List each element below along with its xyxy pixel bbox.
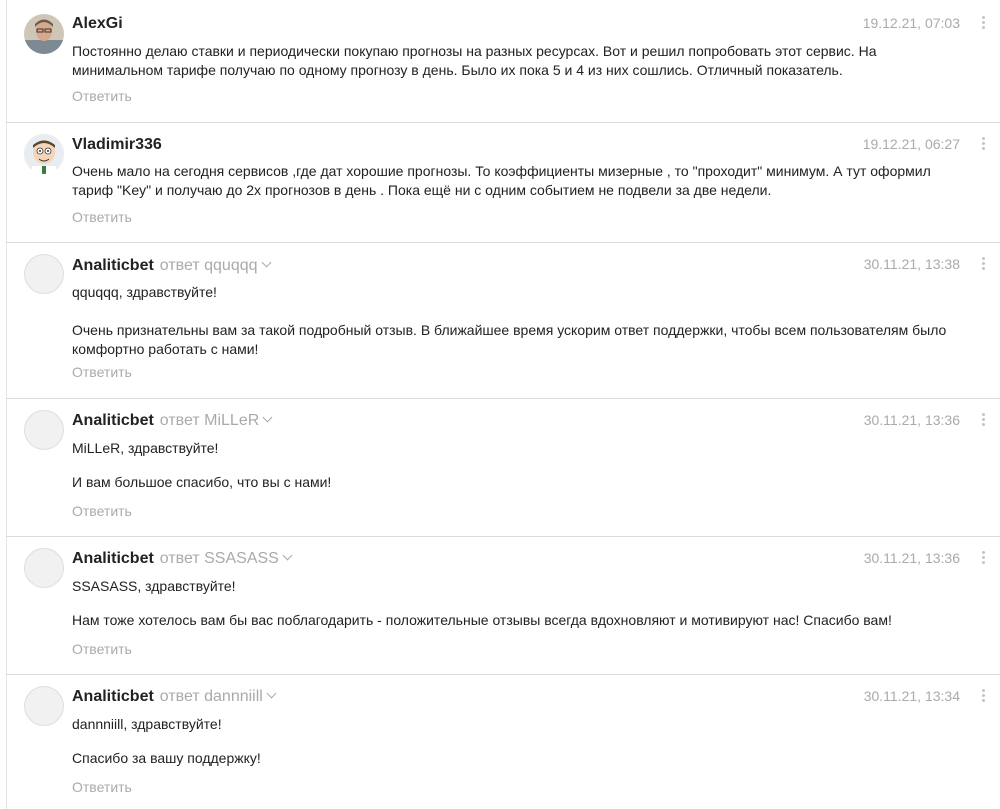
comment-paragraph: И вам большое спасибо, что вы с нами! xyxy=(72,474,332,490)
more-icon[interactable] xyxy=(982,16,986,31)
default-avatar-icon[interactable] xyxy=(24,410,64,450)
avatar[interactable] xyxy=(24,134,64,174)
comment-paragraph: qquqqq, здравствуйте! xyxy=(72,284,217,300)
comment-author[interactable]: Analiticbet ответ MiLLeR xyxy=(72,412,273,430)
comment-paragraph: SSASASS, здравствуйте! xyxy=(72,578,236,594)
more-icon[interactable] xyxy=(982,689,986,704)
comment-text: Постоянно делаю ставки и периодически по… xyxy=(72,42,970,80)
comment-date: 19.12.21, 06:27 xyxy=(862,136,960,152)
default-avatar-icon[interactable] xyxy=(24,548,64,588)
divider xyxy=(6,536,1000,537)
comment-paragraph: Очень мало на сегодня сервисов ,где дат … xyxy=(72,163,931,198)
reply-button[interactable]: Ответить xyxy=(72,364,132,380)
comment-author[interactable]: Vladimir336 xyxy=(72,136,162,154)
chevron-down-icon[interactable] xyxy=(266,688,277,699)
more-icon[interactable] xyxy=(982,413,986,428)
default-avatar-icon[interactable] xyxy=(24,254,64,294)
comment-text: MiLLeR, здравствуйте! И вам большое спас… xyxy=(72,439,970,492)
reply-to[interactable]: ответ MiLLeR xyxy=(160,412,259,429)
comment-paragraph: Постоянно делаю ставки и периодически по… xyxy=(72,43,877,78)
more-icon[interactable] xyxy=(982,137,986,152)
comment-paragraph: MiLLeR, здравствуйте! xyxy=(72,440,219,456)
reply-to[interactable]: ответ dannniill xyxy=(160,688,263,705)
comment-paragraph: Очень признательны вам за такой подробны… xyxy=(72,322,947,357)
chevron-down-icon[interactable] xyxy=(261,257,271,268)
comment-author[interactable]: AlexGi xyxy=(72,15,123,33)
avatar[interactable] xyxy=(24,14,64,54)
comment-date: 30.11.21, 13:38 xyxy=(863,256,960,272)
more-icon[interactable] xyxy=(982,257,986,272)
comment-date: 19.12.21, 07:03 xyxy=(862,15,960,31)
author-name[interactable]: Analiticbet xyxy=(72,550,154,567)
author-name[interactable]: Analiticbet xyxy=(72,688,154,705)
comment-paragraph: Спасибо за вашу поддержку! xyxy=(72,750,261,766)
author-name[interactable]: Analiticbet xyxy=(72,257,154,274)
comment-author[interactable]: Analiticbet ответ qquqqq xyxy=(72,257,271,275)
default-avatar-icon[interactable] xyxy=(24,686,64,726)
comment-paragraph: Нам тоже хотелось вам бы вас поблагодари… xyxy=(72,612,892,628)
chevron-down-icon[interactable] xyxy=(282,550,293,561)
reply-button[interactable]: Ответить xyxy=(72,503,132,519)
comment-author[interactable]: Analiticbet ответ SSASASS xyxy=(72,550,293,568)
divider xyxy=(6,122,1000,123)
reply-to[interactable]: ответ qquqqq xyxy=(160,257,258,274)
comment-text: dannniill, здравствуйте! Спасибо за вашу… xyxy=(72,715,970,768)
comment-author[interactable]: Analiticbet ответ dannniill xyxy=(72,688,277,706)
author-name[interactable]: Analiticbet xyxy=(72,412,154,429)
reply-button[interactable]: Ответить xyxy=(72,641,132,657)
comment-date: 30.11.21, 13:34 xyxy=(863,688,960,704)
divider xyxy=(6,398,1000,399)
comment-text: qquqqq, здравствуйте! Очень признательны… xyxy=(72,283,970,359)
comment-date: 30.11.21, 13:36 xyxy=(863,412,960,428)
comment-paragraph: dannniill, здравствуйте! xyxy=(72,716,222,732)
comment-text: SSASASS, здравствуйте! Нам тоже хотелось… xyxy=(72,577,970,630)
divider xyxy=(6,674,1000,675)
reply-button[interactable]: Ответить xyxy=(72,88,132,104)
chevron-down-icon[interactable] xyxy=(262,412,273,423)
comment-date: 30.11.21, 13:36 xyxy=(863,550,960,566)
comment-text: Очень мало на сегодня сервисов ,где дат … xyxy=(72,162,970,200)
divider xyxy=(6,242,1000,243)
reply-to[interactable]: ответ SSASASS xyxy=(160,550,279,567)
reply-button[interactable]: Ответить xyxy=(72,209,132,225)
more-icon[interactable] xyxy=(982,551,986,566)
reply-button[interactable]: Ответить xyxy=(72,779,132,795)
